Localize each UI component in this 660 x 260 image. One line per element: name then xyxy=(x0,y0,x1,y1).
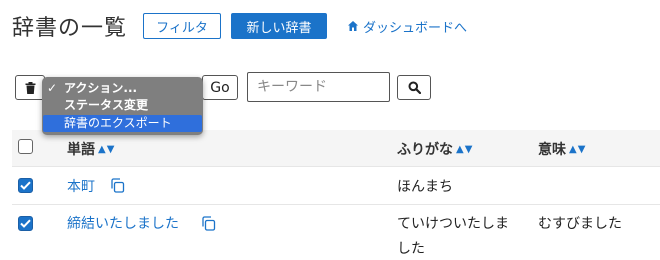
dropdown-item-action[interactable]: ✓ アクション... xyxy=(42,80,203,97)
column-header-label: ふりがな xyxy=(397,142,453,158)
dropdown-item-label: アクション... xyxy=(64,81,138,95)
word-link[interactable]: 締結いたしました xyxy=(67,213,179,233)
row-divider xyxy=(12,166,660,167)
page-title: 辞書の一覧 xyxy=(12,16,128,41)
action-dropdown-menu: ✓ アクション... ステータス変更 辞書のエクスポート xyxy=(42,77,203,135)
copy-icon[interactable] xyxy=(110,178,125,193)
dropdown-item-export[interactable]: 辞書のエクスポート xyxy=(43,115,202,132)
column-header-label: 単語 xyxy=(67,142,95,158)
filter-button[interactable]: フィルタ xyxy=(143,13,221,39)
new-dictionary-button[interactable]: 新しい辞書 xyxy=(231,13,327,39)
column-header-meaning[interactable]: 意味 ▲▼ xyxy=(538,139,586,159)
word-link[interactable]: 本町 xyxy=(67,176,95,196)
check-icon xyxy=(20,219,31,228)
select-all-checkbox[interactable] xyxy=(18,139,33,154)
keyword-search-input[interactable] xyxy=(247,72,390,102)
column-header-furigana[interactable]: ふりがな ▲▼ xyxy=(397,139,473,159)
dashboard-link-label: ダッシュボードへ xyxy=(363,20,468,36)
delete-button[interactable] xyxy=(15,75,45,100)
home-icon xyxy=(348,21,358,31)
row-checkbox[interactable] xyxy=(18,178,33,193)
column-header-label: 意味 xyxy=(538,142,566,158)
search-button[interactable] xyxy=(397,75,431,100)
dropdown-item-label: 辞書のエクスポート xyxy=(64,116,172,130)
meaning-cell: むすびました xyxy=(538,216,622,232)
go-button[interactable]: Go xyxy=(202,75,238,100)
row-divider xyxy=(12,204,660,205)
column-header-word[interactable]: 単語 ▲▼ xyxy=(67,139,115,159)
search-icon xyxy=(408,81,421,94)
row-checkbox[interactable] xyxy=(18,216,33,231)
furigana-cell: ていけついたしま xyxy=(397,216,509,232)
furigana-cell-continued: した xyxy=(397,241,425,257)
furigana-cell: ほんまち xyxy=(397,179,453,195)
dropdown-item-label: ステータス変更 xyxy=(64,98,149,112)
trash-icon xyxy=(25,81,35,94)
check-icon xyxy=(20,181,31,190)
sort-icon[interactable]: ▲▼ xyxy=(456,144,473,155)
sort-icon[interactable]: ▲▼ xyxy=(98,144,115,155)
sort-icon[interactable]: ▲▼ xyxy=(569,144,586,155)
dashboard-link[interactable]: ダッシュボードへ xyxy=(347,16,467,36)
check-icon: ✓ xyxy=(47,81,58,95)
copy-icon[interactable] xyxy=(201,216,216,231)
dropdown-item-status-change[interactable]: ステータス変更 xyxy=(42,97,203,114)
